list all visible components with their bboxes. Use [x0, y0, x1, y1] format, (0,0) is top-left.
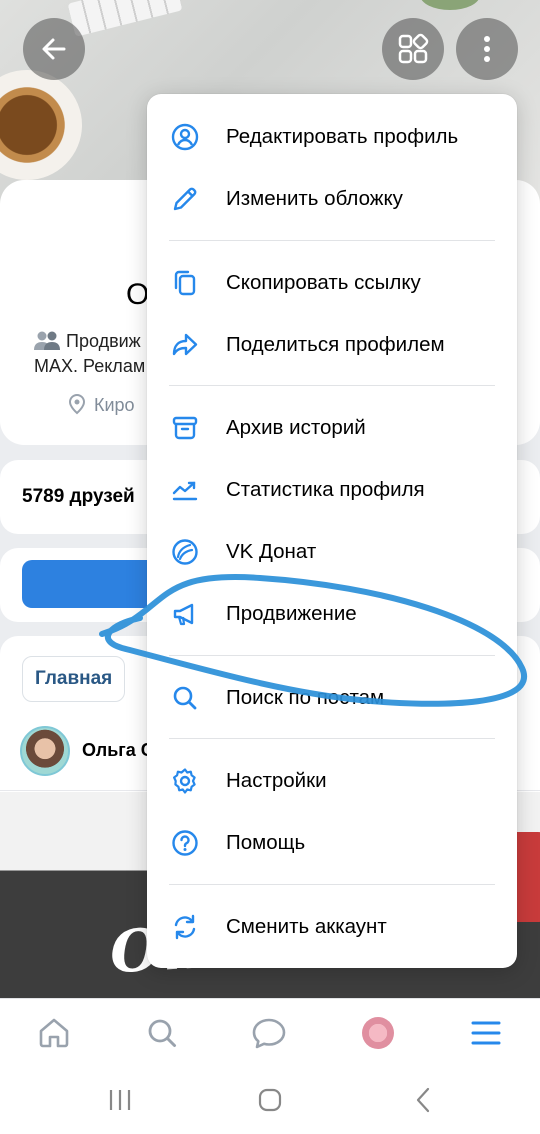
menu-item-label: Редактировать профиль — [226, 125, 459, 148]
post-author-avatar[interactable] — [20, 726, 70, 776]
menu-item-label: Поделиться профилем — [226, 333, 445, 356]
back-button[interactable] — [23, 18, 85, 80]
menu-item-label: Скопировать ссылку — [226, 271, 421, 294]
menu-item-label: Поиск по постам — [226, 686, 385, 709]
archive-icon — [172, 416, 198, 440]
status-text-line2: MAX. Реклам — [34, 356, 146, 376]
group-people-icon — [34, 331, 60, 350]
cover-plant-image — [420, 0, 480, 10]
menu-divider — [169, 240, 495, 241]
switch-account-icon — [174, 914, 196, 940]
system-home-button[interactable] — [255, 1086, 285, 1114]
pencil-icon — [173, 187, 197, 211]
menu-item-promotion[interactable]: Продвижение — [147, 583, 517, 645]
megaphone-icon — [173, 603, 194, 626]
menu-item-search-posts[interactable]: Поиск по постам — [147, 667, 517, 729]
apps-button[interactable] — [382, 18, 444, 80]
menu-item-settings[interactable]: Настройки — [147, 750, 517, 812]
menu-item-label: Архив историй — [226, 416, 366, 439]
copy-icon — [174, 270, 196, 296]
menu-divider — [169, 655, 495, 656]
messages-icon — [252, 1018, 286, 1049]
nav-menu[interactable] — [468, 1015, 504, 1051]
friends-count[interactable]: 5789 друзей — [22, 486, 135, 508]
location-pin-icon — [68, 393, 86, 415]
menu-item-label: VK Донат — [226, 540, 317, 563]
menu-item-help[interactable]: Помощь — [147, 812, 517, 874]
profile-status: Продвиж — [34, 330, 141, 352]
recent-apps-icon — [109, 1090, 131, 1110]
menu-item-change-cover[interactable]: Изменить обложку — [147, 168, 517, 230]
more-vertical-icon — [484, 36, 490, 62]
menu-item-stories-archive[interactable]: Архив историй — [147, 397, 517, 459]
home-circle-icon — [258, 1088, 282, 1112]
menu-item-copy-link[interactable]: Скопировать ссылку — [147, 252, 517, 314]
tab-main[interactable]: Главная — [22, 656, 126, 702]
menu-divider — [169, 884, 495, 885]
nav-home[interactable] — [36, 1015, 72, 1051]
menu-item-label: Сменить аккаунт — [226, 915, 387, 938]
recent-apps-button[interactable] — [105, 1086, 135, 1114]
menu-item-label: Помощь — [226, 831, 306, 854]
bottom-navigation — [0, 998, 540, 1066]
menu-item-label: Статистика профиля — [226, 478, 425, 501]
menu-item-profile-statistics[interactable]: Статистика профиля — [147, 459, 517, 521]
menu-item-share-profile[interactable]: Поделиться профилем — [147, 314, 517, 376]
menu-icon — [471, 1021, 501, 1045]
gear-icon — [173, 768, 196, 794]
cover-coffee-cup-image — [0, 70, 82, 180]
nav-messages[interactable] — [251, 1015, 287, 1051]
arrow-left-icon — [42, 38, 66, 60]
apps-grid-icon — [398, 33, 429, 64]
profile-avatar — [362, 1017, 394, 1049]
more-button[interactable] — [456, 18, 518, 80]
location-text: Киро — [94, 395, 135, 415]
share-icon — [172, 333, 198, 356]
cover-keyboard-image — [67, 0, 183, 37]
chevron-left-icon — [416, 1087, 430, 1113]
home-icon — [39, 1018, 69, 1048]
system-navigation-bar — [0, 1066, 540, 1134]
menu-item-label: Продвижение — [226, 602, 357, 625]
vk-donut-icon — [172, 539, 198, 565]
menu-divider — [169, 738, 495, 739]
menu-item-vk-donut[interactable]: VK Донат — [147, 521, 517, 583]
statistics-icon — [172, 481, 198, 501]
user-circle-icon — [171, 123, 199, 151]
search-icon — [148, 1019, 176, 1047]
menu-divider — [169, 385, 495, 386]
profile-location: Киро — [68, 393, 135, 416]
search-icon — [173, 686, 197, 710]
menu-item-edit-profile[interactable]: Редактировать профиль — [147, 106, 517, 168]
menu-item-label: Изменить обложку — [226, 187, 403, 210]
profile-actions-menu: Редактировать профиль Изменить обложку С… — [147, 94, 517, 968]
nav-profile[interactable] — [360, 1015, 396, 1051]
status-text-line1: Продвиж — [66, 331, 141, 351]
menu-item-switch-account[interactable]: Сменить аккаунт — [147, 896, 517, 958]
profile-name: О — [126, 278, 150, 311]
menu-item-label: Настройки — [226, 769, 327, 792]
nav-search[interactable] — [144, 1015, 180, 1051]
help-icon — [172, 830, 198, 856]
post-author-name[interactable]: Ольга С — [82, 740, 154, 761]
system-back-button[interactable] — [408, 1086, 438, 1114]
